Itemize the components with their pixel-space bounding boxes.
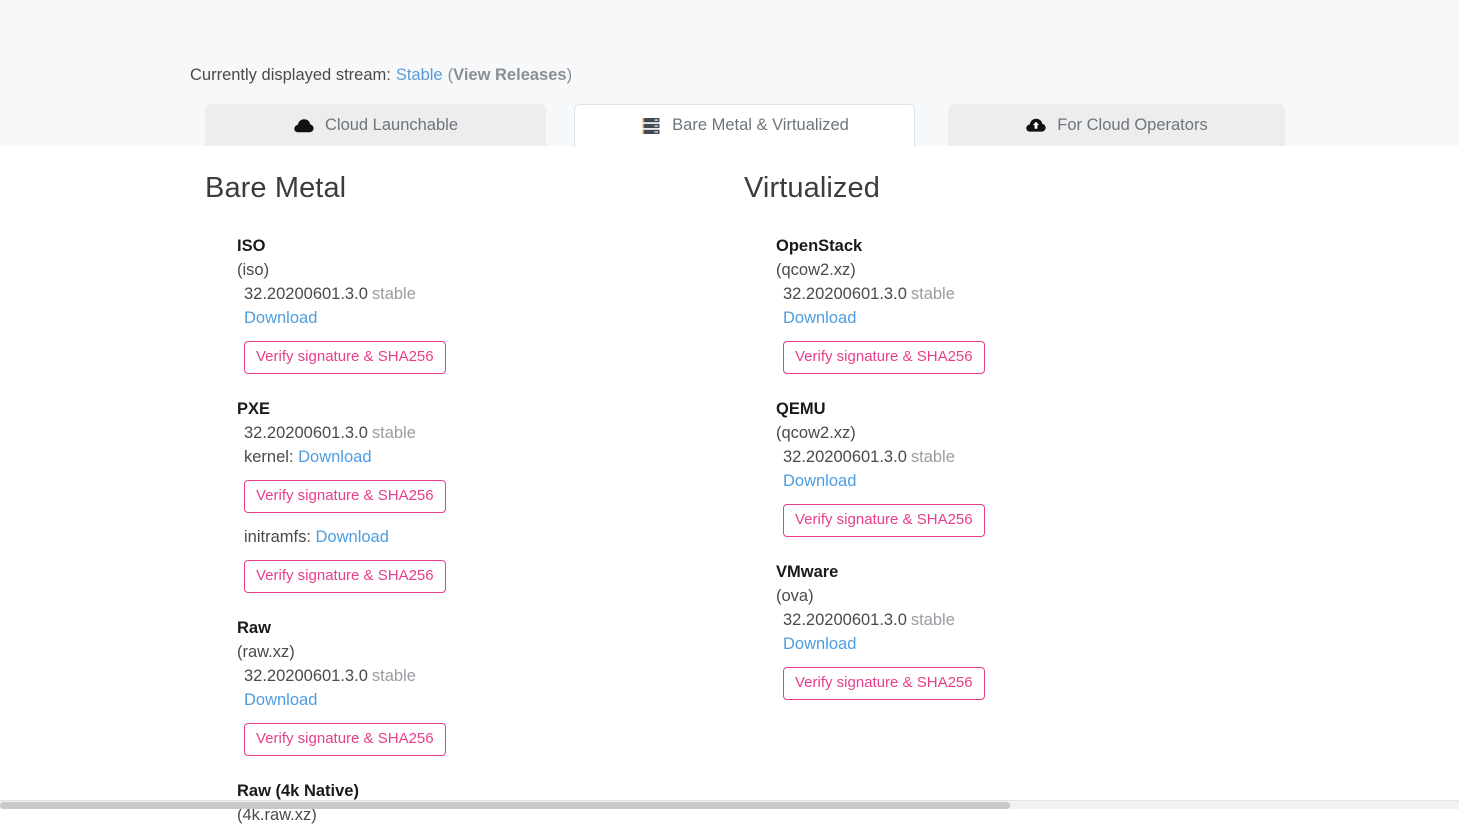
artifact-name: VMware: [776, 563, 839, 581]
artifact-version-line: 32.20200601.3.0 stable: [244, 664, 725, 688]
artifact-stream: stable: [371, 424, 416, 442]
page-root: Currently displayed stream: Stable (View R…: [0, 0, 1459, 835]
download-link[interactable]: Download: [244, 309, 317, 327]
download-link[interactable]: Download: [783, 472, 856, 490]
downloads-content: Bare Metal ISO (iso) 32.20200601.3.0 stab…: [0, 146, 1459, 835]
bare-metal-heading: Bare Metal: [205, 172, 347, 204]
artifact-stream: stable: [371, 667, 416, 685]
verify-signature-button[interactable]: Verify signature & SHA256: [244, 341, 446, 374]
column-virtualized: Virtualized OpenStack (qcow2.xz) 32.2020…: [744, 146, 1264, 700]
download-link[interactable]: Download: [783, 309, 856, 327]
column-bare-metal: Bare Metal ISO (iso) 32.20200601.3.0 stab…: [205, 146, 725, 827]
artifact-name: PXE: [237, 400, 271, 418]
artifact-download-line: Download: [783, 306, 1264, 330]
artifact-version-line: 32.20200601.3.0 stable: [244, 282, 725, 306]
stream-label: Currently displayed stream:: [190, 66, 391, 84]
tab-for-cloud-operators-label: For Cloud Operators: [1057, 115, 1208, 134]
horizontal-scrollbar-thumb[interactable]: [0, 802, 1010, 809]
cloud-upload-icon: [1025, 115, 1047, 135]
artifact-version: 32.20200601.3.0: [244, 285, 368, 303]
artifact-format: (raw.xz): [237, 643, 295, 661]
artifact-vmware: VMware (ova) 32.20200601.3.0 stable Downl…: [776, 561, 1264, 700]
stream-value: Stable: [395, 66, 443, 84]
artifact-version-line: 32.20200601.3.0 stable: [783, 608, 1264, 632]
artifact-raw: Raw (raw.xz) 32.20200601.3.0 stable Downl…: [237, 617, 725, 756]
verify-signature-button[interactable]: Verify signature & SHA256: [244, 480, 446, 513]
artifact-download-line: Download: [244, 306, 725, 330]
download-prefix: initramfs:: [244, 528, 316, 546]
download-link[interactable]: Download: [298, 448, 371, 466]
tab-cloud-launchable-label: Cloud Launchable: [324, 115, 459, 134]
header-band: Currently displayed stream: Stable (View R…: [0, 0, 1459, 147]
artifact-format: (qcow2.xz): [776, 261, 856, 279]
artifact-download-line: Download: [783, 469, 1264, 493]
artifact-format: (iso): [237, 261, 270, 279]
artifact-stream: stable: [910, 611, 955, 629]
server-icon: [640, 116, 662, 136]
artifact-stream: stable: [910, 448, 955, 466]
artifact-version: 32.20200601.3.0: [783, 611, 907, 629]
view-releases-link[interactable]: View Releases: [453, 66, 566, 84]
artifact-format: (qcow2.xz): [776, 424, 856, 442]
current-stream-bar: Currently displayed stream: Stable (View R…: [190, 63, 572, 87]
tab-for-cloud-operators[interactable]: For Cloud Operators: [948, 104, 1285, 146]
cloud-icon: [293, 115, 315, 135]
download-prefix: kernel:: [244, 448, 299, 466]
artifact-openstack: OpenStack (qcow2.xz) 32.20200601.3.0 stab…: [776, 235, 1264, 374]
verify-signature-button[interactable]: Verify signature & SHA256: [783, 341, 985, 374]
artifact-name: OpenStack: [776, 237, 863, 255]
artifact-download-line-initramfs: initramfs: Download: [244, 525, 725, 549]
artifact-version: 32.20200601.3.0: [783, 448, 907, 466]
verify-signature-button[interactable]: Verify signature & SHA256: [783, 504, 985, 537]
artifact-download-line-kernel: kernel: Download: [244, 445, 725, 469]
stream-paren-close: ): [566, 66, 573, 84]
artifact-stream: stable: [910, 285, 955, 303]
artifact-stream: stable: [371, 285, 416, 303]
download-link[interactable]: Download: [783, 635, 856, 653]
virtualized-artifact-list: OpenStack (qcow2.xz) 32.20200601.3.0 stab…: [744, 235, 1264, 700]
artifact-name: ISO: [237, 237, 266, 255]
artifact-iso: ISO (iso) 32.20200601.3.0 stable Download…: [237, 235, 725, 374]
download-link[interactable]: Download: [244, 691, 317, 709]
verify-signature-button[interactable]: Verify signature & SHA256: [244, 723, 446, 756]
artifact-download-line: Download: [783, 632, 1264, 656]
artifact-version-line: 32.20200601.3.0 stable: [244, 421, 725, 445]
artifact-version: 32.20200601.3.0: [783, 285, 907, 303]
verify-signature-button[interactable]: Verify signature & SHA256: [244, 560, 446, 593]
tab-bare-metal-virtualized-label: Bare Metal & Virtualized: [672, 116, 849, 134]
artifact-format: (ova): [776, 587, 814, 605]
artifact-name: QEMU: [776, 400, 826, 418]
download-link[interactable]: Download: [316, 528, 389, 546]
artifact-pxe: PXE 32.20200601.3.0 stable kernel: Downlo…: [237, 398, 725, 593]
artifact-version: 32.20200601.3.0: [244, 424, 368, 442]
download-type-tabs: Cloud Launchable Bare Metal & Virtualize…: [205, 103, 1285, 147]
artifact-version: 32.20200601.3.0: [244, 667, 368, 685]
artifact-version-line: 32.20200601.3.0 stable: [783, 445, 1264, 469]
artifact-download-line: Download: [244, 688, 725, 712]
artifact-version-line: 32.20200601.3.0 stable: [783, 282, 1264, 306]
artifact-qemu: QEMU (qcow2.xz) 32.20200601.3.0 stable Do…: [776, 398, 1264, 537]
horizontal-scrollbar[interactable]: [0, 800, 1459, 809]
bare-metal-artifact-list: ISO (iso) 32.20200601.3.0 stable Download…: [205, 235, 725, 827]
tab-bare-metal-virtualized[interactable]: Bare Metal & Virtualized: [574, 104, 915, 147]
virtualized-heading: Virtualized: [744, 172, 880, 204]
verify-signature-button[interactable]: Verify signature & SHA256: [783, 667, 985, 700]
artifact-name: Raw: [237, 619, 271, 637]
tab-cloud-launchable[interactable]: Cloud Launchable: [205, 104, 546, 146]
